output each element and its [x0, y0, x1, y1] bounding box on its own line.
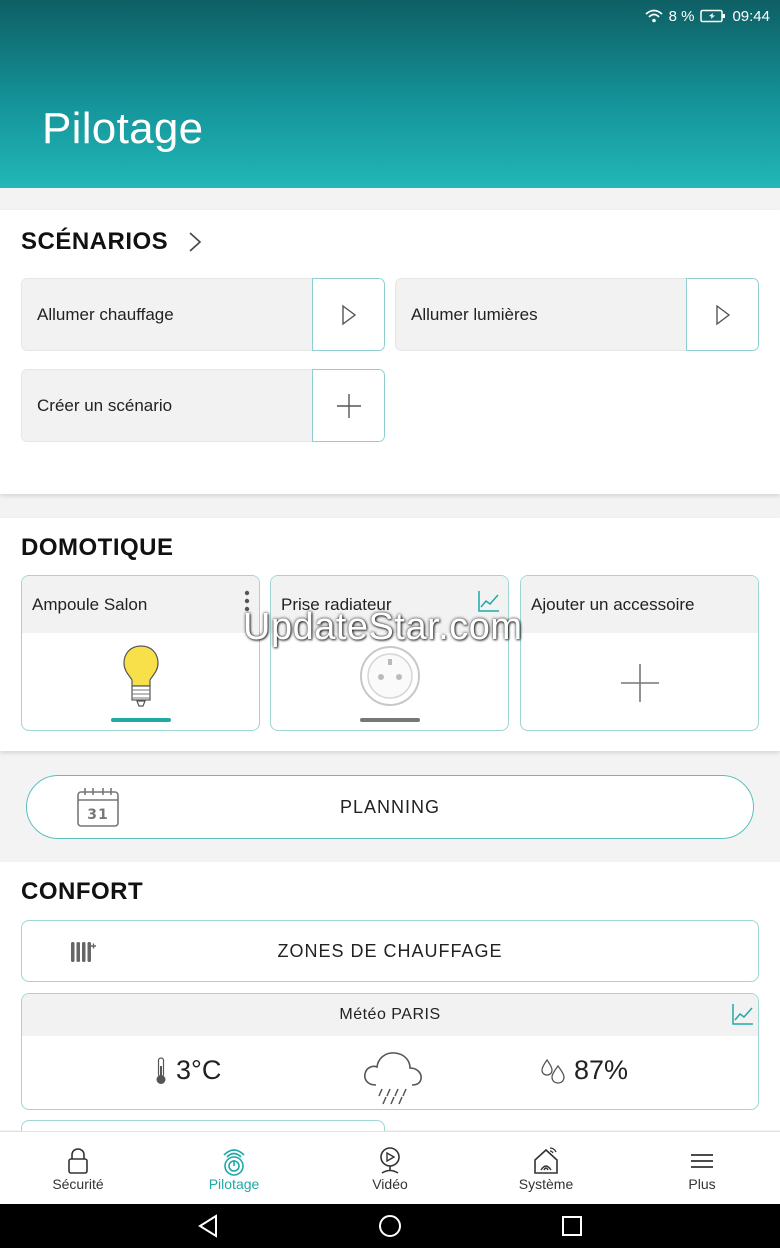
plus-icon	[620, 663, 659, 702]
wifi-icon	[645, 9, 663, 23]
system-navigation-bar	[0, 1204, 780, 1248]
run-scenario-button[interactable]	[686, 278, 759, 351]
humidity-value: 87%	[574, 1055, 629, 1085]
status-bar: 8 % 09:44	[645, 6, 770, 26]
scenarios-header: SCÉNARIOS	[21, 228, 202, 256]
battery-icon	[700, 9, 726, 23]
nav-label: Plus	[688, 1176, 716, 1192]
run-scenario-button[interactable]	[312, 278, 385, 351]
create-scenario[interactable]: Créer un scénario	[21, 369, 385, 442]
domotique-title: DOMOTIQUE	[21, 534, 174, 561]
device-label: Ajouter un accessoire	[531, 594, 695, 614]
clock: 09:44	[732, 7, 770, 25]
device-card-ampoule-salon[interactable]: Ampoule Salon	[21, 575, 260, 731]
thermometer-icon	[156, 1056, 166, 1084]
device-card-header: Ajouter un accessoire	[521, 576, 758, 633]
nav-label: Pilotage	[208, 1176, 260, 1192]
nav-label: Système	[518, 1176, 574, 1192]
device-state-bar	[359, 718, 420, 722]
nav-pilotage[interactable]: Pilotage	[156, 1132, 312, 1204]
recents-icon[interactable]	[561, 1214, 583, 1238]
scenarios-title: SCÉNARIOS	[21, 228, 169, 255]
radiator-icon	[71, 942, 96, 962]
app-header: 8 % 09:44 Pilotage	[0, 0, 780, 188]
nav-plus[interactable]: Plus	[624, 1132, 780, 1204]
device-label: Ampoule Salon	[32, 594, 148, 614]
device-card-body	[521, 633, 758, 730]
humidity-readout: 87%	[540, 1055, 628, 1086]
plus-icon	[336, 393, 361, 418]
menu-icon	[691, 1154, 713, 1168]
heating-zones-button[interactable]: ZONES DE CHAUFFAGE	[21, 920, 759, 982]
play-icon	[715, 304, 730, 325]
create-scenario-button[interactable]	[312, 369, 385, 442]
scenario-allumer-lumieres[interactable]: Allumer lumières	[395, 278, 759, 351]
chevron-right-icon[interactable]	[188, 231, 202, 253]
nav-video[interactable]: Vidéo	[312, 1132, 468, 1204]
pilotage-icon	[223, 1149, 245, 1176]
nav-securite[interactable]: Sécurité	[0, 1132, 156, 1204]
back-icon[interactable]	[197, 1214, 219, 1238]
chart-icon[interactable]	[732, 1003, 754, 1025]
lock-icon	[68, 1148, 88, 1174]
weather-card[interactable]: Météo PARIS 3°C 87%	[21, 993, 759, 1110]
bulb-icon	[122, 644, 159, 707]
home-network-icon	[534, 1147, 558, 1174]
device-card-prise-radiateur[interactable]: Prise radiateur	[270, 575, 509, 731]
heating-zones-label: ZONES DE CHAUFFAGE	[277, 940, 503, 961]
nav-label: Vidéo	[372, 1176, 408, 1192]
camera-icon	[380, 1147, 400, 1174]
home-icon[interactable]	[378, 1214, 402, 1238]
nav-systeme[interactable]: Système	[468, 1132, 624, 1204]
scenario-label: Créer un scénario	[21, 369, 312, 442]
socket-icon	[359, 645, 420, 706]
page-title: Pilotage	[42, 104, 204, 153]
play-icon	[341, 304, 356, 325]
planning-label: PLANNING	[339, 796, 441, 817]
device-card-header: Ampoule Salon	[22, 576, 259, 633]
temperature-readout: 3°C	[154, 1055, 221, 1086]
device-state-bar	[110, 718, 171, 722]
nav-label: Sécurité	[52, 1176, 104, 1192]
calendar-day: 31	[87, 807, 108, 823]
planning-button[interactable]: 31 PLANNING	[26, 775, 754, 839]
add-accessory-card[interactable]: Ajouter un accessoire	[520, 575, 759, 731]
scenario-label: Allumer lumières	[395, 278, 686, 351]
temperature-value: 3°C	[176, 1055, 222, 1085]
scenario-allumer-chauffage[interactable]: Allumer chauffage	[21, 278, 385, 351]
calendar-icon: 31	[77, 788, 119, 827]
weather-title: Météo PARIS	[339, 1006, 441, 1023]
confort-title: CONFORT	[21, 878, 144, 905]
scenarios-section: SCÉNARIOS Allumer chauffage Allumer lumi…	[0, 210, 780, 494]
device-card-body	[22, 633, 259, 730]
rain-cloud-icon	[364, 1052, 422, 1105]
humidity-icon	[541, 1058, 565, 1084]
watermark: UpdateStar.com	[243, 606, 523, 648]
battery-percent: 8 %	[668, 7, 695, 25]
bottom-navigation: Sécurité Pilotage Vidéo Système Plus	[0, 1131, 780, 1204]
scenario-label: Allumer chauffage	[21, 278, 312, 351]
weather-card-header: Météo PARIS	[22, 994, 758, 1036]
